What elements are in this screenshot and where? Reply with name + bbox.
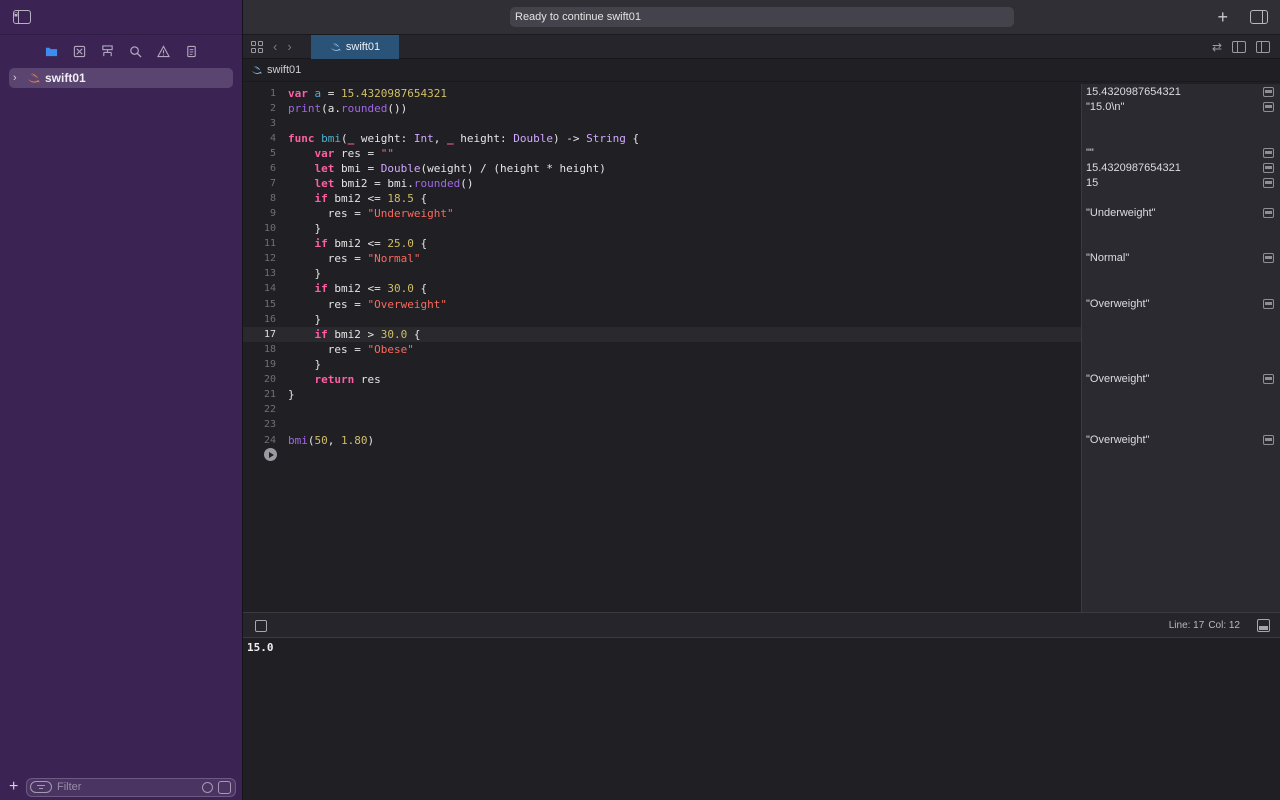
breadcrumb-file[interactable]: swift01	[267, 64, 301, 76]
result-row: "Overweight"	[1086, 372, 1276, 386]
code-line: 16 }	[263, 313, 322, 326]
folder-icon[interactable]	[44, 45, 58, 58]
code-line: 7 let bmi2 = bmi.rounded()	[269, 177, 474, 190]
code-line: 10 }	[263, 222, 322, 235]
console-text: 15.0	[247, 641, 274, 654]
main-editor-area: Ready to continue swift01 + ‹ › swift01 …	[243, 0, 1280, 800]
debug-area-toggle-icon[interactable]	[1257, 619, 1270, 632]
quick-look-icon[interactable]	[1263, 87, 1274, 97]
sidebar-toolbar	[0, 0, 242, 35]
tab-bar: ‹ › swift01 ⇄	[243, 35, 1280, 59]
warning-icon[interactable]	[156, 44, 170, 58]
split-editor-icon[interactable]	[1256, 41, 1270, 53]
result-row: 15.4320987654321	[1086, 85, 1276, 99]
navigator-sidebar: › swift01 +	[0, 0, 243, 800]
document-icon[interactable]	[184, 45, 198, 58]
search-icon[interactable]	[128, 45, 142, 58]
result-row: "Overweight"	[1086, 297, 1276, 311]
code-line: 20 return res	[263, 373, 381, 386]
source-control-icon[interactable]	[72, 45, 86, 58]
code-line: 6 let bmi = Double(weight) / (height * h…	[269, 162, 606, 175]
activity-status: Ready to continue swift01	[510, 7, 1014, 27]
code-line: 22	[263, 404, 276, 415]
code-line: 4 func bmi(_ weight: Int, _ height: Doubl…	[269, 132, 640, 145]
navigator-tabs	[0, 39, 242, 63]
tree-item-swift01[interactable]: › swift01	[9, 68, 233, 88]
code-line: 1 var a = 15.4320987654321	[269, 87, 447, 100]
cursor-position: Line: 17 Col: 12	[1168, 620, 1240, 631]
code-line: 18 res = "Obese"	[263, 343, 414, 356]
result-row: "15.0\n"	[1086, 100, 1276, 114]
swap-icon[interactable]: ⇄	[1212, 40, 1222, 54]
result-row: 15	[1086, 176, 1276, 190]
console-output[interactable]: 15.0	[243, 638, 1280, 800]
code-line: 23	[263, 419, 276, 430]
code-line: 8 if bmi2 <= 18.5 {	[269, 192, 428, 205]
code-line: 14 if bmi2 <= 30.0 {	[263, 282, 428, 295]
sidebar-toggle-icon[interactable]	[13, 10, 31, 24]
quick-look-icon[interactable]	[1263, 208, 1274, 218]
current-code-line: 17 if bmi2 > 30.0 {	[243, 327, 1081, 342]
result-row: "Underweight"	[1086, 206, 1276, 220]
code-line: 12 res = "Normal"	[263, 252, 421, 265]
quick-look-icon[interactable]	[1263, 148, 1274, 158]
result-row: 15.4320987654321	[1086, 161, 1276, 175]
quick-look-icon[interactable]	[1263, 299, 1274, 309]
forward-arrow-icon[interactable]: ›	[287, 39, 291, 54]
related-items-icon[interactable]	[251, 40, 263, 53]
tree-item-label: swift01	[45, 71, 86, 85]
quick-look-icon[interactable]	[1263, 374, 1274, 384]
quick-look-icon[interactable]	[1263, 102, 1274, 112]
swift-icon	[251, 66, 262, 74]
code-line: 9 res = "Underweight"	[269, 207, 454, 220]
results-sidebar: 15.4320987654321 "15.0\n" "" 15.43209876…	[1081, 84, 1280, 612]
code-line: 15 res = "Overweight"	[263, 298, 447, 311]
hide-debug-area-icon[interactable]	[255, 620, 267, 632]
quick-look-icon[interactable]	[1263, 253, 1274, 263]
run-playground-button[interactable]	[264, 448, 277, 461]
code-line: 24 bmi(50, 1.80)	[263, 434, 375, 447]
breadcrumb: swift01	[243, 59, 1280, 82]
hierarchy-icon[interactable]	[100, 44, 114, 58]
result-row: "Overweight"	[1086, 433, 1276, 447]
recent-files-icon[interactable]	[202, 781, 213, 793]
add-icon[interactable]: +	[9, 778, 23, 796]
code-line: 11 if bmi2 <= 25.0 {	[263, 237, 428, 250]
editor-options-icon[interactable]	[1232, 41, 1246, 53]
scm-filter-icon[interactable]	[218, 780, 231, 794]
filter-input[interactable]	[57, 781, 197, 793]
debug-bar: Line: 17 Col: 12	[243, 612, 1280, 638]
tab-label: swift01	[345, 41, 381, 53]
quick-look-icon[interactable]	[1263, 178, 1274, 188]
result-row: ""	[1086, 146, 1276, 160]
result-row: "Normal"	[1086, 251, 1276, 265]
code-line: 21}	[263, 388, 295, 401]
filter-field	[26, 777, 236, 797]
code-line: 19 }	[263, 358, 322, 371]
quick-look-icon[interactable]	[1263, 163, 1274, 173]
tab-swift01[interactable]: swift01	[311, 35, 399, 59]
code-line: 5 var res = ""	[269, 147, 394, 160]
swift-icon	[27, 73, 40, 83]
add-library-icon[interactable]: +	[1217, 7, 1228, 28]
swift-icon	[330, 43, 341, 51]
filter-icon[interactable]	[30, 781, 52, 793]
editor-options: ⇄	[1212, 40, 1270, 54]
code-line: 13 }	[263, 267, 322, 280]
back-arrow-icon[interactable]: ‹	[273, 39, 277, 54]
code-line: 2 print(a.rounded())	[269, 102, 408, 115]
quick-look-icon[interactable]	[1263, 435, 1274, 445]
code-editor[interactable]: 1 var a = 15.4320987654321 2 print(a.round…	[243, 84, 1081, 612]
code-line: 3	[269, 118, 276, 129]
inspector-toggle-icon[interactable]	[1250, 10, 1268, 24]
sidebar-filter-bar: +	[0, 774, 243, 800]
chevron-right-icon[interactable]: ›	[13, 72, 27, 84]
window-toolbar: Ready to continue swift01 +	[243, 0, 1280, 35]
